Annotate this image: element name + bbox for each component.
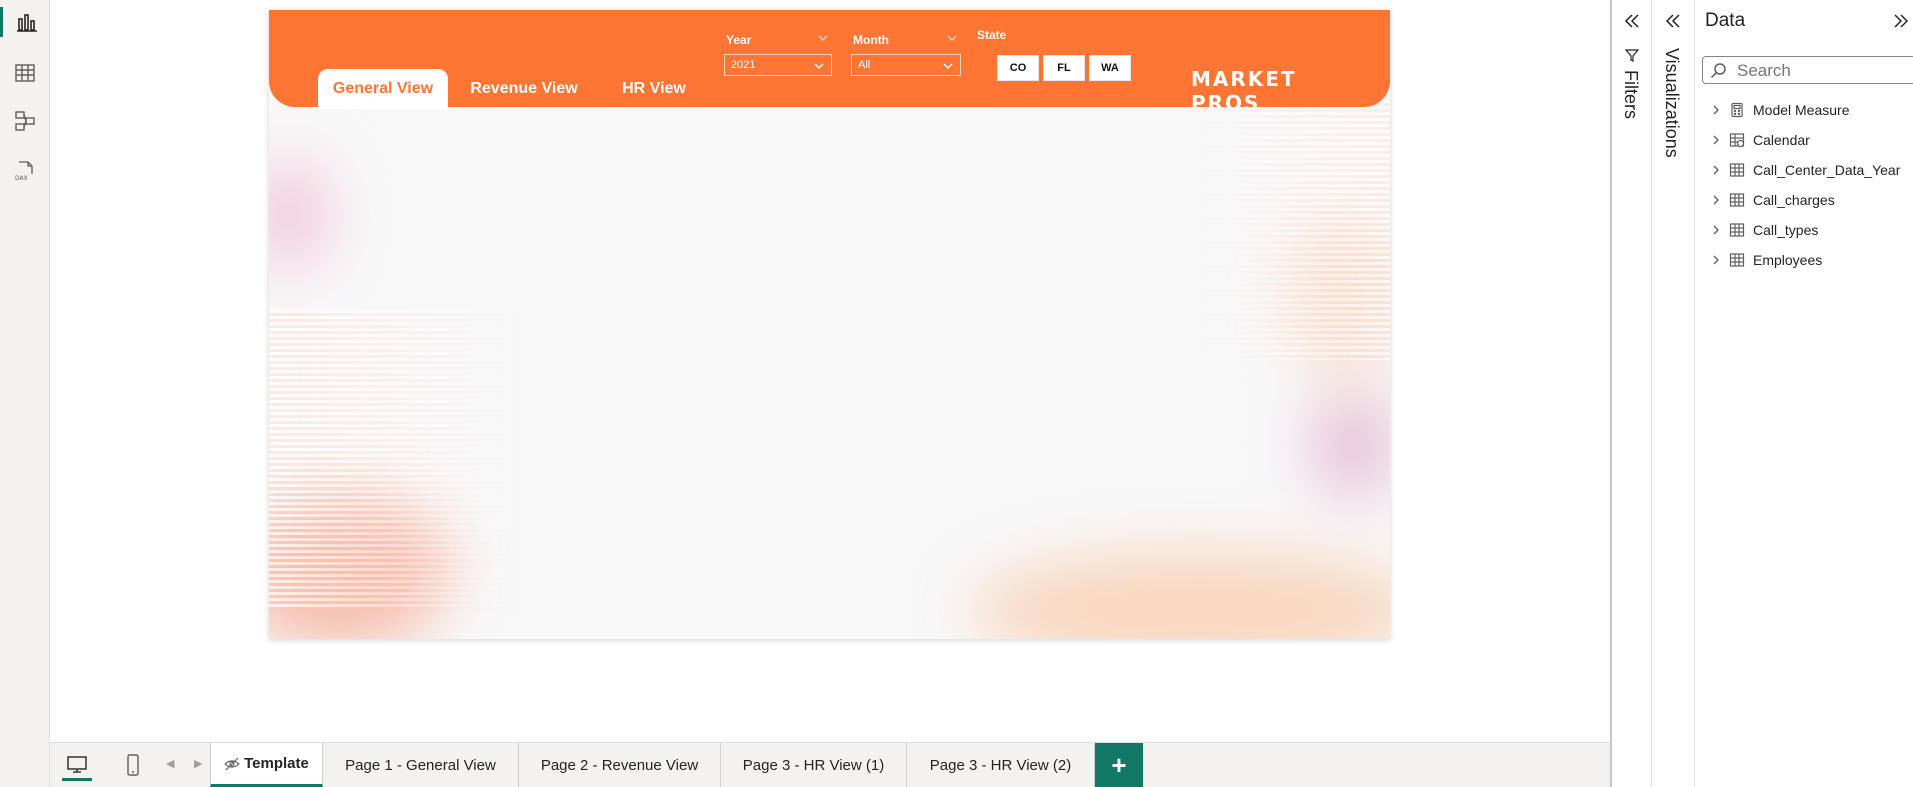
field-list-item-label: Calendar bbox=[1753, 132, 1810, 148]
field-list-item-label: Call_charges bbox=[1753, 192, 1835, 208]
chevron-down-icon[interactable] bbox=[946, 32, 958, 44]
page-tab-revenue-view[interactable]: Page 2 - Revenue View bbox=[519, 743, 721, 787]
page-tab-hr-view-2[interactable]: Page 3 - HR View (2) bbox=[907, 743, 1095, 787]
chevron-left-icon[interactable]: ◀ bbox=[166, 757, 176, 771]
chevron-down-icon bbox=[814, 63, 824, 69]
filters-pane-label: Filters bbox=[1621, 70, 1641, 119]
report-view-icon[interactable] bbox=[0, 7, 50, 37]
field-list-item-call-types[interactable]: Call_types bbox=[1711, 217, 1818, 243]
report-page[interactable]: General View Revenue View HR View Year 2… bbox=[269, 10, 1390, 639]
calendar-table-icon bbox=[1729, 133, 1745, 148]
month-dropdown-value: All bbox=[858, 59, 871, 71]
data-search-box[interactable] bbox=[1702, 56, 1913, 84]
field-list-item-label: Employees bbox=[1753, 252, 1823, 268]
field-list-item-label: Call_types bbox=[1753, 222, 1819, 238]
chevron-right-icon[interactable]: ▶ bbox=[194, 757, 204, 771]
chevron-right-icon[interactable] bbox=[1711, 224, 1721, 236]
field-list-item-call-charges[interactable]: Call_charges bbox=[1711, 187, 1835, 213]
state-button-wa[interactable]: WA bbox=[1089, 55, 1131, 81]
data-pane-title: Data bbox=[1705, 10, 1746, 31]
table-icon bbox=[1729, 163, 1745, 177]
filters-pane[interactable]: Filters bbox=[1610, 0, 1651, 787]
field-list-item-model-measure[interactable]: Model Measure bbox=[1711, 97, 1850, 123]
desktop-layout-icon[interactable] bbox=[62, 751, 92, 781]
dax-query-view-icon[interactable]: DAX bbox=[10, 156, 40, 186]
tab-hr-view[interactable]: HR View bbox=[599, 70, 709, 108]
mobile-layout-icon[interactable] bbox=[118, 751, 148, 779]
field-list-item-label: Model Measure bbox=[1753, 102, 1850, 118]
visualizations-pane[interactable]: Visualizations bbox=[1651, 0, 1694, 787]
decorative-stripes bbox=[1190, 100, 1390, 360]
decorative-blur bbox=[269, 160, 329, 270]
year-slicer-label: Year bbox=[726, 33, 752, 47]
year-dropdown[interactable]: 2021 bbox=[724, 54, 832, 76]
month-slicer-label: Month bbox=[853, 33, 889, 47]
state-slicer-label: State bbox=[977, 28, 1007, 42]
hidden-eye-icon bbox=[224, 757, 240, 770]
visualizations-pane-label: Visualizations bbox=[1662, 48, 1682, 158]
month-dropdown[interactable]: All bbox=[851, 54, 961, 76]
state-button-fl[interactable]: FL bbox=[1043, 55, 1085, 81]
report-canvas: General View Revenue View HR View Year 2… bbox=[50, 0, 1610, 742]
decorative-blur bbox=[969, 550, 1390, 639]
page-tab-label: Template bbox=[244, 755, 309, 772]
tab-general-view[interactable]: General View bbox=[318, 69, 448, 109]
view-switcher-rail: DAX bbox=[0, 0, 50, 787]
search-icon bbox=[1710, 63, 1726, 79]
filter-icon bbox=[1625, 49, 1639, 62]
field-list-item-calendar[interactable]: Calendar bbox=[1711, 127, 1810, 153]
chevron-right-icon[interactable] bbox=[1711, 104, 1721, 116]
double-chevron-left-icon[interactable] bbox=[1621, 10, 1643, 32]
page-tabs-bar: ◀ ▶ Template Page 1 - General View Page … bbox=[50, 742, 1610, 787]
chevron-right-icon[interactable] bbox=[1711, 254, 1721, 266]
calculator-icon bbox=[1731, 102, 1743, 118]
data-pane: Data Model Measure Calendar Call_Center_… bbox=[1694, 0, 1913, 787]
page-tab-template[interactable]: Template bbox=[210, 743, 323, 787]
tab-revenue-view[interactable]: Revenue View bbox=[459, 70, 589, 108]
state-button-co[interactable]: CO bbox=[997, 55, 1039, 81]
decorative-blur bbox=[1309, 390, 1390, 500]
search-input[interactable] bbox=[1735, 59, 1913, 83]
table-icon bbox=[1729, 253, 1745, 267]
year-dropdown-value: 2021 bbox=[731, 59, 756, 71]
page-tab-hr-view-1[interactable]: Page 3 - HR View (1) bbox=[721, 743, 907, 787]
chevron-right-icon[interactable] bbox=[1711, 194, 1721, 206]
page-tab-general-view[interactable]: Page 1 - General View bbox=[323, 743, 519, 787]
chevron-right-icon[interactable] bbox=[1711, 134, 1721, 146]
brand-logo: MARKET PROS bbox=[1191, 67, 1297, 115]
report-header: General View Revenue View HR View Year 2… bbox=[269, 10, 1390, 115]
double-chevron-left-icon[interactable] bbox=[1662, 10, 1684, 32]
field-list-item-label: Call_Center_Data_Year bbox=[1753, 162, 1901, 178]
add-page-button[interactable]: + bbox=[1095, 743, 1143, 787]
table-icon bbox=[1729, 193, 1745, 207]
double-chevron-right-icon[interactable] bbox=[1891, 11, 1911, 31]
chevron-down-icon[interactable] bbox=[817, 32, 829, 44]
svg-text:DAX: DAX bbox=[15, 175, 28, 182]
field-list-item-employees[interactable]: Employees bbox=[1711, 247, 1822, 273]
field-list-item-call-center-data-year[interactable]: Call_Center_Data_Year bbox=[1711, 157, 1900, 183]
table-view-icon[interactable] bbox=[10, 58, 40, 88]
chevron-down-icon bbox=[943, 63, 953, 69]
decorative-stripes bbox=[269, 310, 529, 610]
table-icon bbox=[1729, 223, 1745, 237]
chevron-right-icon[interactable] bbox=[1711, 164, 1721, 176]
model-view-icon[interactable] bbox=[10, 106, 40, 136]
